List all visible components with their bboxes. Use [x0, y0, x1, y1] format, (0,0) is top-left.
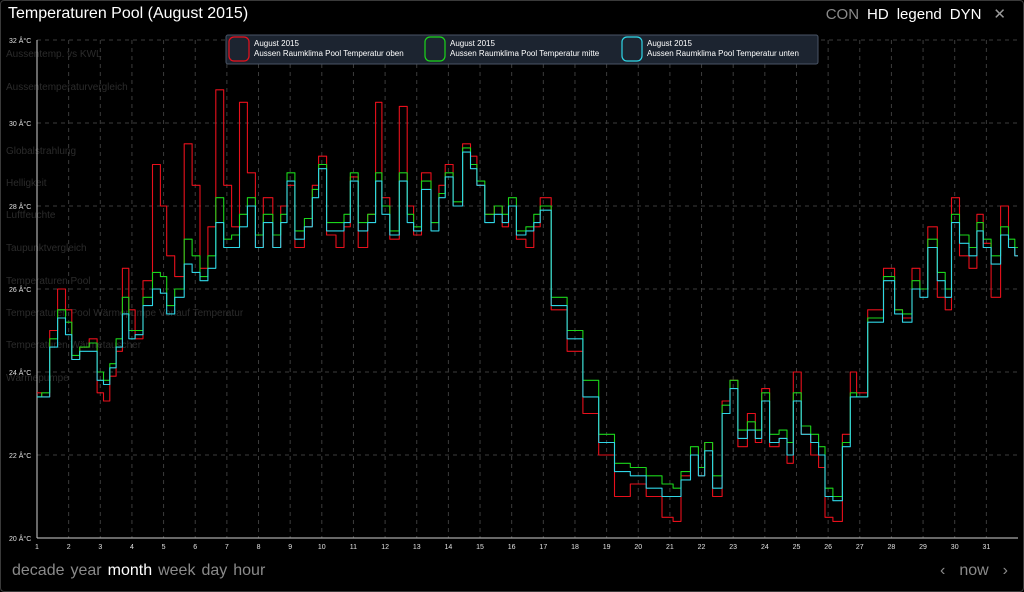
ghost-menu-item: Helligkeit — [6, 178, 47, 189]
x-tick-label: 22 — [698, 544, 706, 551]
x-tick-label: 2 — [67, 544, 71, 551]
chart-svg: Aussentemp. vs KWL Aussentemperaturvergle… — [6, 34, 1018, 551]
time-nav: ‹ now › — [940, 562, 1008, 580]
legend-series-label: Aussen Raumklima Pool Temperatur oben — [254, 49, 404, 58]
legend-period-label: August 2015 — [254, 39, 299, 48]
legend-series-label: Aussen Raumklima Pool Temperatur unten — [647, 49, 799, 58]
range-year-button[interactable]: year — [71, 562, 102, 580]
x-tick-label: 20 — [634, 544, 642, 551]
x-tick-label: 24 — [761, 544, 769, 551]
chevron-right-icon[interactable]: › — [1003, 562, 1008, 580]
legend-period-label: August 2015 — [647, 39, 692, 48]
ghost-menu-item: Globalstrahlung — [6, 146, 76, 157]
x-tick-label: 28 — [888, 544, 896, 551]
x-tick-label: 19 — [603, 544, 611, 551]
series-line-oben — [37, 89, 1018, 522]
x-tick-label: 8 — [257, 544, 261, 551]
x-tick-label: 15 — [476, 544, 484, 551]
y-tick-label: 24 Â°C — [9, 368, 31, 377]
legend-series-label: Aussen Raumklima Pool Temperatur mitte — [450, 49, 600, 58]
x-tick-label: 4 — [130, 544, 134, 551]
y-tick-label: 28 Â°C — [9, 202, 31, 211]
now-button[interactable]: now — [959, 562, 988, 580]
x-tick-label: 3 — [98, 544, 102, 551]
legend-period-label: August 2015 — [450, 39, 495, 48]
x-tick-label: 14 — [444, 544, 452, 551]
x-tick-label: 30 — [951, 544, 959, 551]
range-week-button[interactable]: week — [158, 562, 195, 580]
x-tick-label: 21 — [666, 544, 674, 551]
range-month-button[interactable]: month — [108, 562, 152, 580]
x-tick-label: 1 — [35, 544, 39, 551]
chevron-left-icon[interactable]: ‹ — [940, 562, 945, 580]
x-tick-label: 11 — [350, 544, 357, 551]
ghost-menu-item: Aussentemperaturvergleich — [6, 82, 128, 93]
x-tick-label: 13 — [413, 544, 421, 551]
y-tick-label: 26 Â°C — [9, 285, 31, 294]
x-tick-label: 18 — [571, 544, 579, 551]
ghost-menu-item: Temperaturen Pool — [6, 276, 91, 287]
x-tick-label: 7 — [225, 544, 229, 551]
x-tick-label: 5 — [162, 544, 166, 551]
x-tick-label: 10 — [318, 544, 326, 551]
x-tick-label: 12 — [381, 544, 389, 551]
x-tick-label: 26 — [824, 544, 832, 551]
y-tick-label: 22 Â°C — [9, 451, 31, 460]
ghost-menu-item: Luftfeuchte — [6, 210, 56, 221]
x-tick-label: 31 — [982, 544, 990, 551]
y-tick-label: 30 Â°C — [9, 119, 31, 128]
x-tick-label: 9 — [288, 544, 292, 551]
ghost-menu-item: Taupunktvergleich — [6, 243, 87, 254]
ghost-menu-item: Aussentemp. vs KWL — [6, 49, 102, 60]
x-tick-label: 27 — [856, 544, 864, 551]
range-decade-button[interactable]: decade — [12, 562, 65, 580]
ghost-menu-item: Temperaturen Wärmetauscher — [6, 340, 142, 351]
y-tick-label: 32 Â°C — [9, 36, 31, 45]
x-tick-label: 16 — [508, 544, 516, 551]
range-day-button[interactable]: day — [201, 562, 227, 580]
x-tick-label: 17 — [539, 544, 547, 551]
x-tick-label: 23 — [729, 544, 737, 551]
x-tick-label: 6 — [193, 544, 197, 551]
range-hour-button[interactable]: hour — [233, 562, 265, 580]
y-tick-label: 20 Â°C — [9, 534, 31, 543]
x-tick-label: 25 — [793, 544, 801, 551]
range-nav: decade year month week day hour — [12, 562, 265, 580]
x-tick-label: 29 — [919, 544, 927, 551]
